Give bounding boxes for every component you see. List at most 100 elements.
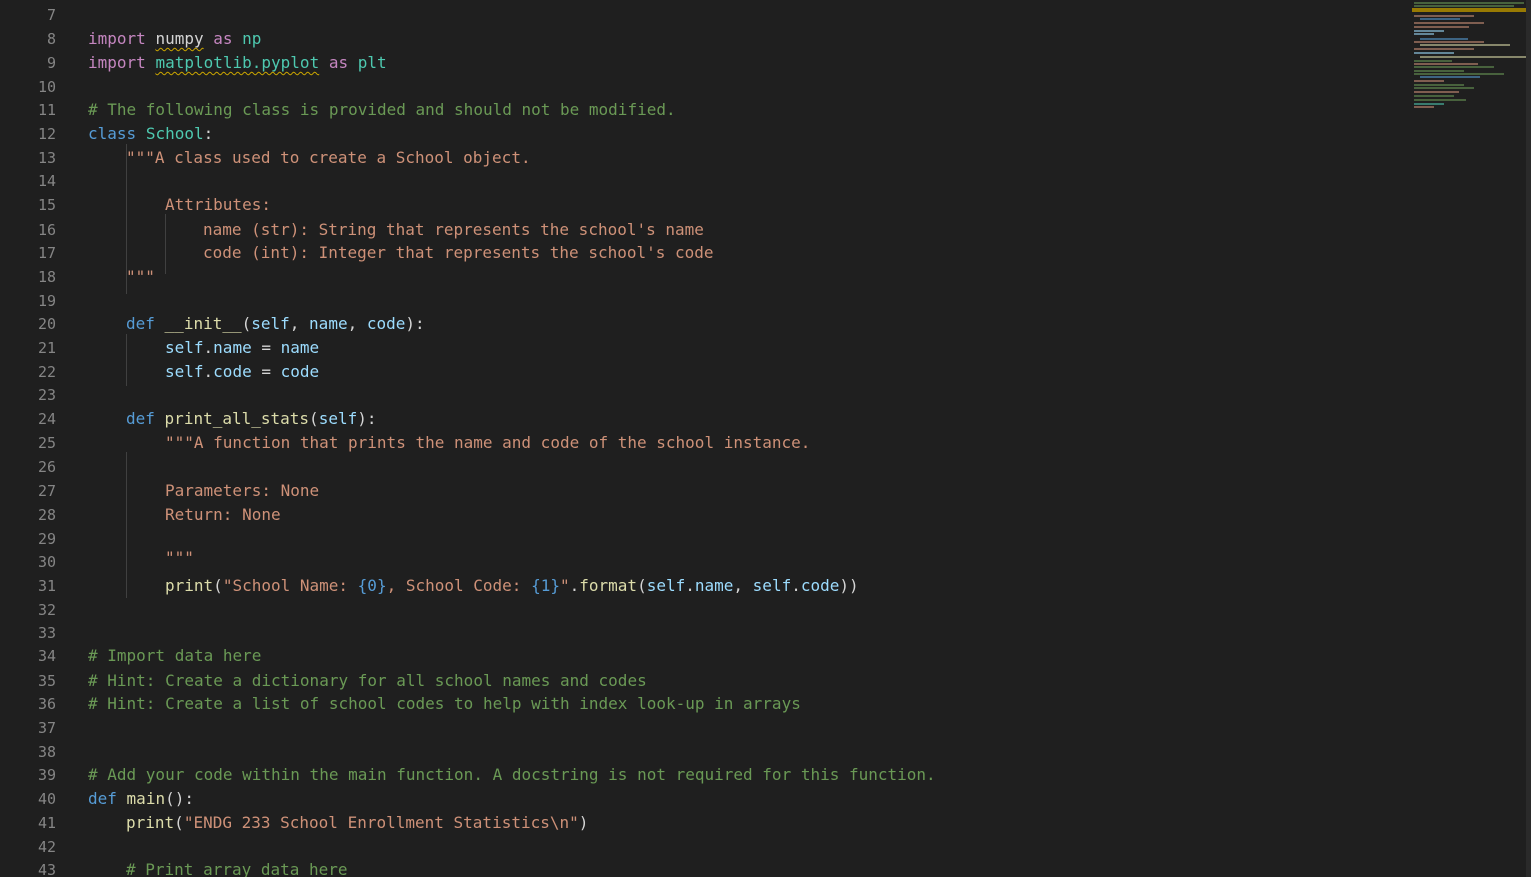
line-number: 37 — [37, 719, 56, 737]
module-name: matplotlib.pyplot — [155, 53, 320, 72]
line-number: 19 — [37, 292, 56, 310]
punctuation: : — [203, 124, 214, 143]
string-literal: "School Name: — [222, 576, 358, 595]
line-number: 22 — [37, 363, 56, 381]
line-number-gutter: 7 8 9 10 11 12 13 14 15 16 17 18 19 20 21 22 23 24 25 26 27 2… — [0, 0, 62, 877]
punctuation: ( — [174, 813, 184, 832]
punctuation: ): — [357, 409, 377, 428]
line-number: 32 — [37, 601, 56, 619]
minimap-line — [1414, 33, 1434, 35]
format-placeholder: {0} — [357, 576, 387, 595]
code-line-41: print("ENDG 233 School Enrollment Statis… — [126, 813, 588, 833]
line-number: 21 — [37, 339, 56, 357]
punctuation: . — [685, 576, 695, 595]
punctuation: , — [347, 314, 367, 333]
minimap-line — [1414, 73, 1504, 75]
code-line-16: name (str): String that represents the s… — [203, 220, 704, 239]
minimap-line — [1414, 66, 1494, 68]
code-line-34: # Import data here — [88, 646, 262, 665]
minimap-line — [1414, 5, 1514, 7]
line-number: 39 — [37, 766, 56, 784]
attribute: name — [694, 576, 734, 595]
minimap-line — [1414, 95, 1454, 97]
format-placeholder: {1} — [531, 576, 560, 595]
minimap-line — [1414, 99, 1466, 101]
line-number: 14 — [37, 172, 56, 190]
self-ref: self — [165, 362, 204, 381]
line-number: 35 — [37, 672, 56, 690]
param-self: self — [318, 409, 358, 428]
code-line-24: def print_all_stats(self): — [126, 409, 376, 429]
operator: = — [251, 362, 281, 381]
code-line-20: def __init__(self, name, code): — [126, 314, 425, 334]
punctuation: ( — [213, 576, 223, 595]
punctuation: ( — [309, 409, 319, 428]
line-number: 9 — [46, 54, 56, 72]
keyword-as: as — [328, 53, 349, 72]
line-number: 40 — [37, 790, 56, 808]
line-number: 11 — [37, 101, 56, 119]
minimap-line — [1414, 26, 1469, 28]
line-number: 34 — [37, 647, 56, 665]
builtin-print: print — [165, 576, 214, 595]
code-line-36: # Hint: Create a list of school codes to… — [88, 694, 801, 713]
line-number: 7 — [46, 6, 56, 24]
function-name: main — [126, 789, 166, 808]
class-name: School — [145, 124, 204, 143]
minimap-viewport-indicator[interactable] — [1412, 8, 1526, 12]
line-number: 26 — [37, 458, 56, 476]
minimap-line — [1420, 18, 1460, 20]
line-number: 38 — [37, 743, 56, 761]
indent-guide — [126, 452, 127, 598]
string-literal: , School Code: — [386, 576, 532, 595]
line-number: 29 — [37, 530, 56, 548]
vertical-scrollbar[interactable] — [1526, 0, 1531, 877]
code-line-21: self.name = name — [165, 338, 319, 358]
code-line-15: Attributes: — [165, 195, 271, 214]
module-name: numpy — [155, 29, 204, 48]
keyword-def: def — [126, 409, 155, 428]
punctuation: ) — [578, 813, 589, 832]
code-editor[interactable]: 7 8 9 10 11 12 13 14 15 16 17 18 19 20 21 22 23 24 25 26 27 2… — [0, 0, 1531, 877]
line-number: 20 — [37, 315, 56, 333]
punctuation: (): — [165, 789, 194, 808]
code-line-31: print("School Name: {0}, School Code: {1… — [165, 576, 859, 596]
operator: = — [251, 338, 281, 357]
line-number: 43 — [37, 861, 56, 877]
punctuation: )) — [839, 576, 859, 595]
keyword-import: import — [88, 53, 146, 72]
keyword-def: def — [88, 789, 117, 808]
line-number: 42 — [37, 838, 56, 856]
builtin-print: print — [126, 813, 175, 832]
param-code: code — [366, 314, 406, 333]
self-ref: self — [752, 576, 792, 595]
line-number: 31 — [37, 577, 56, 595]
punctuation: . — [203, 362, 214, 381]
line-number: 18 — [37, 268, 56, 286]
code-area[interactable]: import numpy as np import matplotlib.pyp… — [88, 0, 1398, 877]
minimap-line — [1414, 87, 1474, 89]
line-number: 33 — [37, 624, 56, 642]
minimap-line — [1414, 60, 1452, 62]
line-number: 16 — [37, 221, 56, 239]
keyword-import: import — [88, 29, 146, 48]
code-line-13: """A class used to create a School objec… — [126, 148, 531, 167]
param-self: self — [251, 314, 290, 333]
code-line-17: code (int): Integer that represents the … — [203, 243, 714, 262]
variable: name — [280, 338, 320, 357]
minimap[interactable] — [1412, 0, 1530, 120]
indent-guide — [126, 334, 127, 386]
punctuation: . — [203, 338, 214, 357]
keyword-as: as — [213, 29, 233, 48]
minimap-line — [1420, 56, 1530, 58]
code-line-40: def main(): — [88, 789, 194, 809]
punctuation: ( — [241, 314, 252, 333]
minimap-line — [1414, 2, 1524, 4]
code-line-30: """ — [165, 548, 194, 567]
punctuation: , — [733, 576, 753, 595]
keyword-def: def — [126, 314, 155, 333]
minimap-line — [1420, 76, 1480, 78]
keyword-class: class — [88, 124, 137, 143]
punctuation: . — [791, 576, 801, 595]
alias-name: np — [242, 29, 262, 48]
